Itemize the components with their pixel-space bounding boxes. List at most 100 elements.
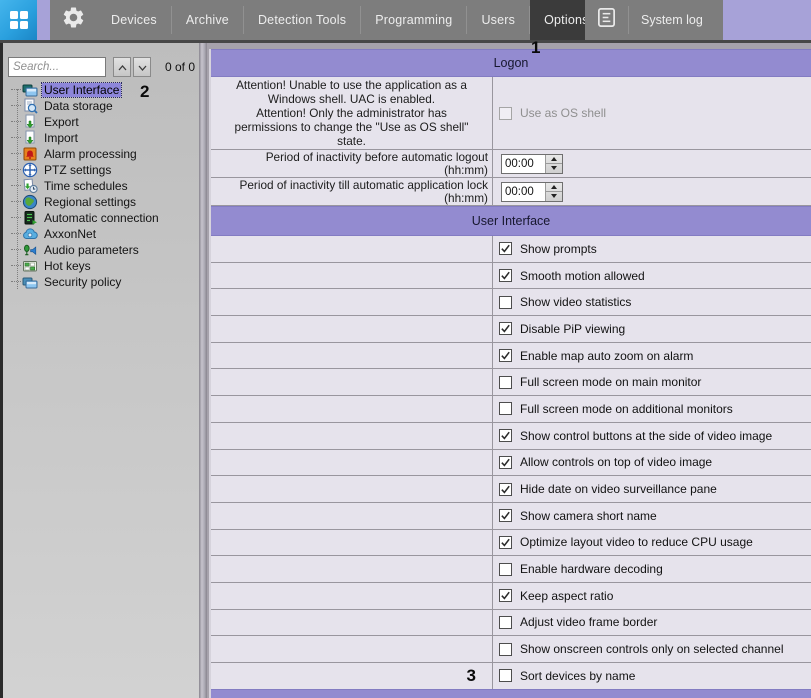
sidebar-item-export[interactable]: Export	[3, 114, 199, 130]
option-empty-cell	[211, 583, 493, 609]
show-video-statistics-checkbox[interactable]	[499, 296, 512, 309]
sort-devices-by-name-checkbox[interactable]	[499, 669, 512, 682]
spinner-value[interactable]: 00:00	[502, 183, 545, 201]
time-schedules-icon	[22, 178, 38, 194]
sidebar-item-ptz-settings[interactable]: PTZ settings	[3, 162, 199, 178]
sidebar-splitter[interactable]	[199, 43, 207, 698]
spinner-down-button[interactable]	[546, 164, 562, 173]
tree-connector	[11, 233, 21, 235]
option-empty-cell	[211, 369, 493, 395]
import-icon	[22, 130, 38, 146]
show-control-buttons-at-the-side-of-video-image-checkbox[interactable]	[499, 429, 512, 442]
option-label: Sort devices by name	[520, 669, 635, 683]
use-as-os-shell-checkbox[interactable]	[499, 107, 512, 120]
tab-users[interactable]: Users	[467, 0, 529, 40]
smooth-motion-allowed-checkbox[interactable]	[499, 269, 512, 282]
option-control-cell: Show control buttons at the side of vide…	[493, 423, 811, 449]
keep-aspect-ratio-checkbox[interactable]	[499, 589, 512, 602]
period-of-inactivity-before-automatic-logout-spinner[interactable]: 00:00	[501, 154, 563, 174]
callout-1: 1	[531, 39, 540, 56]
search-next-button[interactable]	[133, 57, 151, 77]
sidebar-item-label: Data storage	[42, 99, 115, 113]
spinner-up-button[interactable]	[546, 155, 562, 165]
option-empty-cell	[211, 610, 493, 636]
option-row-show-video-statistics: Show video statistics	[211, 289, 811, 316]
toolbar-separator	[243, 6, 244, 34]
sidebar-item-regional-settings[interactable]: Regional settings	[3, 194, 199, 210]
system-log-label[interactable]: System log	[629, 0, 715, 40]
search-input[interactable]	[8, 57, 106, 77]
option-row-full-screen-mode-on-additional-monitors: Full screen mode on additional monitors	[211, 396, 811, 423]
full-screen-mode-on-main-monitor-checkbox[interactable]	[499, 376, 512, 389]
option-row-sort-devices-by-name: Sort devices by name	[211, 663, 811, 690]
tree-connector	[11, 185, 21, 187]
security-policy-icon	[22, 274, 38, 290]
adjust-video-frame-border-checkbox[interactable]	[499, 616, 512, 629]
spinner-value[interactable]: 00:00	[502, 155, 545, 173]
option-control-cell: Show prompts	[493, 236, 811, 262]
show-prompts-checkbox[interactable]	[499, 242, 512, 255]
show-camera-short-name-checkbox[interactable]	[499, 509, 512, 522]
sidebar-item-label: Regional settings	[42, 195, 138, 209]
sidebar-item-time-schedules[interactable]: Time schedules	[3, 178, 199, 194]
disable-pip-viewing-checkbox[interactable]	[499, 322, 512, 335]
show-onscreen-controls-only-on-selected-channel-checkbox[interactable]	[499, 643, 512, 656]
option-row-show-camera-short-name: Show camera short name	[211, 503, 811, 530]
sidebar-item-automatic-connection[interactable]: Automatic connection	[3, 210, 199, 226]
option-label: Enable hardware decoding	[520, 562, 663, 576]
option-control-cell: Show video statistics	[493, 289, 811, 315]
search-prev-button[interactable]	[113, 57, 131, 77]
sidebar-item-data-storage[interactable]: Data storage	[3, 98, 199, 114]
tab-programming[interactable]: Programming	[361, 0, 466, 40]
hide-date-on-video-surveillance-pane-checkbox[interactable]	[499, 483, 512, 496]
option-empty-cell	[211, 396, 493, 422]
spinner-up-button[interactable]	[546, 183, 562, 193]
sidebar-item-security-policy[interactable]: Security policy	[3, 274, 199, 290]
optimize-layout-video-to-reduce-cpu-usage-checkbox[interactable]	[499, 536, 512, 549]
settings-gear-button[interactable]	[50, 0, 97, 40]
tree-connector	[11, 169, 21, 171]
option-control-cell: Show camera short name	[493, 503, 811, 529]
option-label: Allow controls on top of video image	[520, 455, 712, 469]
option-control-cell: Allow controls on top of video image	[493, 450, 811, 476]
sidebar-item-user-interface[interactable]: User Interface	[3, 82, 199, 98]
option-row-show-control-buttons-at-the-side-of-video-image: Show control buttons at the side of vide…	[211, 423, 811, 450]
option-control-cell: Full screen mode on additional monitors	[493, 396, 811, 422]
setting-value-cell: 00:00	[493, 150, 811, 177]
enable-hardware-decoding-checkbox[interactable]	[499, 563, 512, 576]
sidebar-item-import[interactable]: Import	[3, 130, 199, 146]
settings-tree: User Interface Data storageExportImportAl…	[3, 82, 199, 290]
option-label: Adjust video frame border	[520, 615, 657, 629]
option-label: Full screen mode on additional monitors	[520, 402, 733, 416]
option-label: Optimize layout video to reduce CPU usag…	[520, 535, 753, 549]
sidebar-item-alarm-processing[interactable]: Alarm processing	[3, 146, 199, 162]
user-interface-options: Show promptsSmooth motion allowedShow vi…	[211, 236, 811, 690]
app-logo[interactable]	[0, 0, 37, 40]
sidebar-item-hot-keys[interactable]: Hot keys	[3, 258, 199, 274]
enable-map-auto-zoom-on-alarm-checkbox[interactable]	[499, 349, 512, 362]
option-row-keep-aspect-ratio: Keep aspect ratio	[211, 583, 811, 610]
setting-label: Period of inactivity before automatic lo…	[211, 151, 492, 164]
tree-connector	[11, 281, 21, 283]
ptz-settings-icon	[22, 162, 38, 178]
sidebar-item-label: Automatic connection	[42, 211, 161, 225]
sidebar-item-audio-parameters[interactable]: Audio parameters	[3, 242, 199, 258]
option-control-cell: Disable PiP viewing	[493, 316, 811, 342]
full-screen-mode-on-additional-monitors-checkbox[interactable]	[499, 402, 512, 415]
tab-detection-tools[interactable]: Detection Tools	[244, 0, 360, 40]
setting-row-period-of-inactivity-till-automatic-application-lock: Period of inactivity till automatic appl…	[211, 178, 811, 206]
period-of-inactivity-till-automatic-application-lock-spinner[interactable]: 00:00	[501, 182, 563, 202]
tab-devices[interactable]: Devices	[97, 0, 171, 40]
allow-controls-on-top-of-video-image-checkbox[interactable]	[499, 456, 512, 469]
sidebar-item-axxonnet[interactable]: AxxonNet	[3, 226, 199, 242]
sidebar-item-label: User Interface	[42, 83, 121, 97]
system-log-button[interactable]	[585, 0, 628, 40]
tab-archive[interactable]: Archive	[172, 0, 243, 40]
option-row-hide-date-on-video-surveillance-pane: Hide date on video surveillance pane	[211, 476, 811, 503]
option-label: Show prompts	[520, 242, 597, 256]
spinner-down-button[interactable]	[546, 192, 562, 201]
hot-keys-icon	[22, 258, 38, 274]
tree-connector	[11, 89, 21, 91]
option-empty-cell	[211, 236, 493, 262]
option-empty-cell	[211, 636, 493, 662]
